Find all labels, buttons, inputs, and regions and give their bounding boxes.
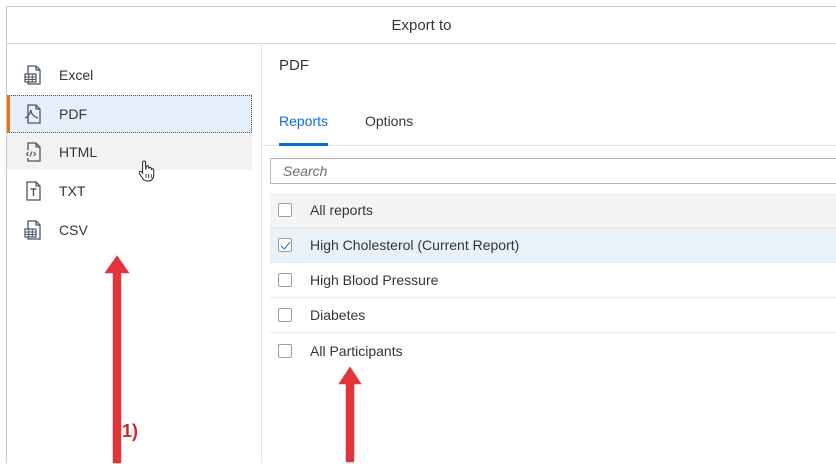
list-item-all-reports[interactable]: All reports [270, 193, 836, 228]
spreadsheet-file-icon [23, 219, 45, 241]
tab-label: Options [365, 113, 414, 129]
tab-options[interactable]: Options [365, 97, 413, 145]
list-item-high-blood-pressure[interactable]: High Blood Pressure [270, 263, 836, 298]
tab-reports[interactable]: Reports [279, 97, 329, 146]
checkbox[interactable] [278, 203, 292, 217]
checkbox[interactable] [278, 308, 292, 322]
checkbox[interactable] [278, 343, 292, 358]
annotation-arrow-up-icon [335, 363, 365, 463]
format-item-pdf[interactable]: PDF [7, 95, 252, 133]
checkbox[interactable] [278, 273, 292, 287]
html-file-icon [23, 141, 45, 163]
format-item-label: TXT [59, 183, 86, 199]
list-item-high-cholesterol[interactable]: High Cholesterol (Current Report) [270, 228, 836, 263]
list-item-label: All Participants [310, 342, 403, 359]
format-item-label: PDF [59, 106, 87, 122]
tab-bar: Reports Options [262, 97, 836, 146]
annotation-step-label: 1) [122, 421, 139, 441]
dialog-title: Export to [391, 16, 452, 34]
pdf-file-icon [23, 103, 45, 125]
text-file-icon [23, 180, 45, 202]
format-item-excel[interactable]: Excel [7, 57, 252, 93]
format-item-html[interactable]: HTML [7, 134, 252, 170]
search-input[interactable] [281, 162, 836, 180]
format-sidebar: Excel PDF HTML TXT CSV [7, 44, 262, 463]
checkbox-checked[interactable] [278, 238, 292, 252]
format-item-label: Excel [59, 67, 94, 83]
format-item-csv[interactable]: CSV [7, 212, 252, 248]
hand-cursor-icon [138, 160, 155, 182]
search-field [270, 158, 836, 184]
format-item-label: HTML [59, 144, 98, 160]
dialog-header: Export to [7, 7, 836, 44]
report-list: All reports High Cholesterol (Current Re… [270, 193, 836, 368]
spreadsheet-file-icon [23, 64, 45, 86]
format-item-label: CSV [59, 222, 88, 238]
format-heading: PDF [279, 57, 309, 74]
tab-label: Reports [279, 113, 329, 129]
format-item-txt[interactable]: TXT [7, 173, 252, 209]
list-item-label: All reports [310, 202, 374, 218]
list-item-label: High Cholesterol (Current Report) [310, 237, 520, 253]
list-item-label: Diabetes [310, 307, 366, 323]
list-item-diabetes[interactable]: Diabetes [270, 298, 836, 333]
list-item-label: High Blood Pressure [310, 272, 439, 288]
